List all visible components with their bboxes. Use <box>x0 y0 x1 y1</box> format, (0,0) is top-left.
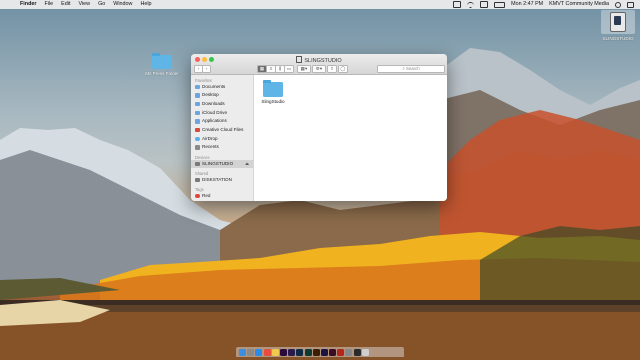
dock <box>236 347 404 357</box>
desktop: Finder File Edit View Go Window Help Mon… <box>0 0 640 360</box>
aftereffects-app-icon[interactable] <box>288 348 296 356</box>
forward-button[interactable]: › <box>202 65 211 73</box>
sidebar-item-slingstudio[interactable]: SLINGSTUDIO ⏏ <box>191 159 253 169</box>
finder-window: SLINGSTUDIO ‹ › ▦ ≡ ⫼ ▭ ▦▾ ⚙▾ ⇪ ◯ ⌕ Sear… <box>191 54 447 201</box>
documents-icon <box>195 84 200 89</box>
file-item-slingstudio[interactable]: SlingStudio <box>260 80 286 104</box>
slingstudio-app-icon[interactable] <box>353 348 361 356</box>
sidebar-item-label: DISKSTATION <box>202 176 232 182</box>
volume-icon[interactable] <box>480 1 489 8</box>
menu-file[interactable]: File <box>44 0 53 9</box>
sidebar-item-label: Red <box>202 192 211 198</box>
tags-button[interactable]: ◯ <box>338 65 348 73</box>
acrobat-app-icon[interactable] <box>337 348 345 356</box>
menu-window[interactable]: Window <box>113 0 132 9</box>
premiere-app-icon[interactable] <box>279 348 287 356</box>
eject-icon[interactable]: ⏏ <box>245 160 249 169</box>
sidebar-item-label: iCloud Drive <box>202 109 228 115</box>
photos-app-icon[interactable] <box>271 348 279 356</box>
desktop-folder[interactable]: Ms Press Folder <box>142 53 182 76</box>
status-area: Mon 2:47 PM KMVT Community Media <box>453 0 634 9</box>
sidebar-item-icloud-drive[interactable]: iCloud Drive <box>191 109 253 118</box>
arrange-button[interactable]: ▦▾ <box>297 65 311 73</box>
wifi-icon[interactable] <box>467 1 475 8</box>
desktop-folder-label: Ms Press Folder <box>145 71 179 76</box>
launchpad-app-icon[interactable] <box>247 348 255 356</box>
finder-titlebar[interactable]: SLINGSTUDIO ‹ › ▦ ≡ ⫼ ▭ ▦▾ ⚙▾ ⇪ ◯ ⌕ Sear… <box>191 54 447 75</box>
sidebar-item-label: Applications <box>202 118 227 124</box>
drive-icon <box>296 56 303 63</box>
sidebar-item-documents[interactable]: Documents <box>191 83 253 92</box>
menu-view[interactable]: View <box>78 0 90 9</box>
chrome-app-icon[interactable] <box>263 348 271 356</box>
notification-center-icon[interactable] <box>627 1 634 8</box>
window-title-text: SLINGSTUDIO <box>304 58 342 64</box>
window-title: SLINGSTUDIO <box>191 56 447 64</box>
downloads-icon <box>195 101 200 107</box>
desktop-icon <box>195 93 200 98</box>
sidebar-item-downloads[interactable]: Downloads <box>191 100 253 109</box>
search-icon: ⌕ <box>402 66 405 71</box>
menu-help[interactable]: Help <box>140 0 151 9</box>
indesign-app-icon[interactable] <box>329 348 337 356</box>
photoshop-app-icon[interactable] <box>296 348 304 356</box>
sidebar-item-creative-cloud-files[interactable]: Creative Cloud Files <box>191 126 253 135</box>
sidebar-item-label: AirDrop <box>202 135 218 141</box>
finder-content: SlingStudio <box>254 75 447 201</box>
clock[interactable]: Mon 2:47 PM <box>511 0 543 9</box>
sidebar-item-recents[interactable]: Recents <box>191 143 253 152</box>
sidebar-item-label: SLINGSTUDIO <box>202 160 234 166</box>
safari-app-icon[interactable] <box>255 348 263 356</box>
desktop-drive[interactable]: SLINGSTUDIO <box>601 10 635 41</box>
drive-icon <box>195 161 200 166</box>
creative-cloud-icon <box>195 127 200 133</box>
sidebar-item-diskstation[interactable]: DISKSTATION <box>191 176 253 185</box>
icloud-icon <box>195 110 200 116</box>
sidebar-item-label: Downloads <box>202 100 225 106</box>
folder-icon <box>263 80 283 97</box>
finder-sidebar: Favorites Documents Desktop Downloads iC… <box>191 75 254 201</box>
search-field[interactable]: ⌕ Search <box>377 65 445 73</box>
file-item-label: SlingStudio <box>261 99 285 104</box>
spotlight-icon[interactable] <box>615 1 621 8</box>
applications-icon <box>195 119 200 124</box>
mediaencoder-app-icon[interactable] <box>320 348 328 356</box>
sidebar-item-label: Recents <box>202 144 219 150</box>
menu-go[interactable]: Go <box>98 0 105 9</box>
sidebar-item-label: Desktop <box>202 92 219 98</box>
illustrator-app-icon[interactable] <box>312 348 320 356</box>
menu-finder[interactable]: Finder <box>20 0 36 9</box>
finder-app-icon[interactable] <box>239 348 246 356</box>
battery-icon[interactable] <box>494 1 506 8</box>
sidebar-item-red-tag[interactable]: Red <box>191 192 253 201</box>
screen-mirroring-icon[interactable] <box>453 1 462 8</box>
sidebar-item-desktop[interactable]: Desktop <box>191 91 253 100</box>
gallery-view-button[interactable]: ▭ <box>284 65 294 73</box>
user-name[interactable]: KMVT Community Media <box>549 0 609 9</box>
server-icon <box>195 177 200 183</box>
sidebar-item-label: Documents <box>202 83 226 89</box>
trash-app-icon[interactable] <box>361 348 369 356</box>
menu-bar: Finder File Edit View Go Window Help Mon… <box>0 0 640 9</box>
red-tag-icon <box>195 193 200 199</box>
drive-selection <box>601 10 635 34</box>
sidebar-item-label: Creative Cloud Files <box>202 126 244 132</box>
systemprefs-app-icon[interactable] <box>345 348 353 356</box>
airdrop-icon <box>195 136 200 142</box>
action-button[interactable]: ⚙▾ <box>312 65 326 73</box>
desktop-drive-label: SLINGSTUDIO <box>602 36 634 41</box>
search-placeholder: Search <box>405 66 420 71</box>
share-button[interactable]: ⇪ <box>327 65 337 73</box>
sidebar-item-applications[interactable]: Applications <box>191 117 253 126</box>
recents-icon <box>195 145 200 150</box>
sidebar-item-airdrop[interactable]: AirDrop <box>191 135 253 144</box>
menu-edit[interactable]: Edit <box>61 0 70 9</box>
drive-icon <box>610 12 626 32</box>
apple-menu-icon[interactable] <box>6 1 14 8</box>
audition-app-icon[interactable] <box>304 348 312 356</box>
folder-icon <box>152 53 172 69</box>
